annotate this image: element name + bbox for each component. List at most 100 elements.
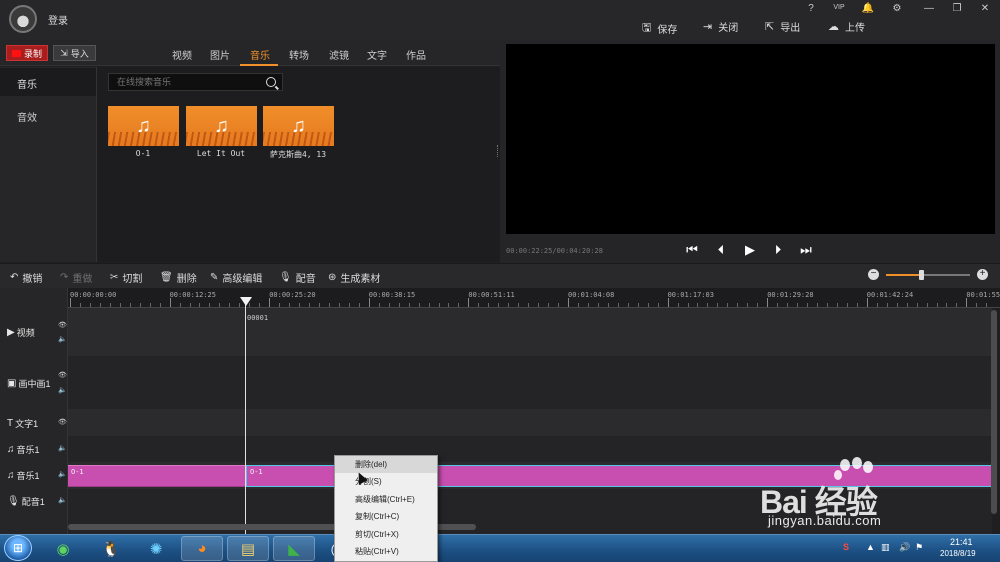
clock-time[interactable]: 21:41 (950, 537, 973, 547)
flag-icon[interactable]: ⚑ (915, 542, 923, 553)
generate-material-button[interactable]: ⊛ 生成素材 (328, 270, 380, 285)
tab-transition[interactable]: 转场 (289, 47, 309, 62)
eye-icon[interactable]: 👁 (58, 418, 67, 426)
zoom-out-icon[interactable]: − (868, 269, 879, 280)
previous-frame-icon[interactable]: ⏴ (712, 241, 730, 259)
ruler-tick-label: 00:00:51:11 (468, 291, 515, 299)
close-project-button[interactable]: ⇥ 关闭 (703, 19, 738, 34)
track-label: 音乐1 (16, 470, 40, 481)
cut-button[interactable]: ✂ 切割 (110, 270, 142, 285)
export-button[interactable]: ⇱ 导出 (765, 19, 800, 34)
menu-item-cut[interactable]: 剪切(Ctrl+X) (335, 526, 437, 543)
tray-expand-icon[interactable]: ▲ (866, 542, 875, 552)
menu-item-delete[interactable]: 删除(del) (335, 456, 437, 473)
delete-button[interactable]: 🗑 删除 (160, 270, 197, 285)
menu-item-split[interactable]: 分割(S) (335, 473, 437, 490)
redo-button[interactable]: ↷ 重做 (60, 270, 92, 285)
playhead-line[interactable] (245, 298, 246, 534)
maximize-icon[interactable]: ❐ (949, 3, 965, 14)
minimize-icon[interactable]: — (921, 3, 937, 14)
taskbar-app-firefox[interactable]: ◕ (181, 536, 223, 561)
start-button[interactable]: ⊞ (4, 535, 32, 561)
tab-works[interactable]: 作品 (406, 47, 426, 62)
help-icon[interactable]: ? (803, 3, 819, 14)
next-frame-icon[interactable]: ⏵ (769, 241, 787, 259)
user-avatar[interactable] (9, 5, 37, 33)
speaker-icon[interactable]: 🔈 (58, 444, 67, 452)
tab-video[interactable]: 视频 (172, 47, 192, 62)
pip-track-area[interactable] (68, 356, 992, 409)
save-button[interactable]: 🖫 保存 (642, 19, 677, 38)
skip-to-end-icon[interactable]: ⏭ (797, 241, 815, 259)
tab-image[interactable]: 图片 (210, 47, 230, 62)
speaker-icon[interactable]: 🔈 (58, 496, 67, 504)
taskbar-app-qq[interactable]: 🐧 (90, 536, 132, 561)
eye-icon[interactable]: 👁 (58, 371, 67, 379)
search-icon[interactable] (266, 77, 276, 87)
menu-item-advanced-edit[interactable]: 高级编辑(Ctrl+E) (335, 491, 437, 508)
speaker-icon[interactable]: 🔈 (58, 335, 67, 343)
ruler-minor-tick (338, 303, 340, 307)
close-label: 关闭 (718, 23, 739, 34)
close-window-icon[interactable]: ✕ (977, 3, 993, 14)
tab-text[interactable]: 文字 (367, 47, 387, 62)
taskbar-app-explorer[interactable]: ▤ (227, 536, 269, 561)
panel-splitter[interactable] (497, 145, 499, 157)
upload-button[interactable]: ☁ 上传 (828, 19, 865, 34)
music-thumbnail[interactable]: ♫ (263, 106, 334, 146)
mic-track-icon: 🎙 (7, 495, 20, 507)
clock-date[interactable]: 2018/8/19 (940, 549, 976, 558)
tab-filter[interactable]: 滤镜 (329, 47, 349, 62)
music-note-icon: ♫ (136, 114, 151, 137)
track-label: 音乐1 (16, 444, 40, 455)
volume-icon[interactable]: 🔊 (899, 542, 910, 553)
speaker-icon[interactable]: 🔈 (58, 470, 67, 478)
taskbar-app-360[interactable]: ◉ (42, 536, 84, 561)
video-track-area[interactable] (68, 308, 992, 356)
music-clip[interactable]: O-1 (68, 465, 246, 487)
search-input[interactable] (117, 77, 257, 87)
ruler-minor-tick (757, 303, 759, 307)
menu-item-copy[interactable]: 复制(Ctrl+C) (335, 508, 437, 525)
sogou-input-icon[interactable]: S (843, 542, 849, 552)
music-thumbnail[interactable]: ♫ (186, 106, 257, 146)
skip-to-start-icon[interactable]: ⏮ (683, 241, 701, 259)
zoom-slider-thumb[interactable] (919, 270, 925, 280)
ruler-minor-tick (328, 303, 330, 307)
ruler-minor-tick (826, 303, 828, 307)
gear-icon[interactable]: ⚙ (889, 3, 905, 14)
vip-icon[interactable]: VIP (831, 4, 847, 11)
bell-icon[interactable]: 🔔 (860, 3, 876, 14)
eye-icon[interactable]: 👁 (58, 321, 67, 329)
ruler-tick (269, 298, 271, 307)
ruler-minor-tick (946, 303, 948, 307)
upload-icon: ☁ (828, 21, 839, 33)
search-box[interactable] (108, 73, 283, 91)
undo-button[interactable]: ↶ 撤销 (10, 270, 42, 285)
ruler-tick (70, 298, 71, 307)
ruler-minor-tick (717, 303, 719, 307)
taskbar-app-media[interactable]: ✺ (135, 536, 177, 561)
playhead-handle[interactable] (240, 297, 252, 306)
text-track-area[interactable] (68, 409, 992, 436)
menu-item-paste[interactable]: 粘贴(Ctrl+V) (335, 543, 437, 560)
ruler-minor-tick (299, 303, 301, 307)
speaker-icon[interactable]: 🔈 (58, 386, 67, 394)
network-icon[interactable]: ▥ (881, 542, 890, 553)
record-button[interactable]: 录制 (6, 45, 48, 61)
tab-music[interactable]: 音乐 (250, 47, 270, 62)
music-thumbnail[interactable]: ♫ (108, 106, 179, 146)
ruler-tick (667, 298, 669, 307)
track-label: 画中画1 (18, 378, 51, 389)
import-button[interactable]: ⇲ 导入 (53, 45, 96, 61)
play-icon[interactable]: ▶ (741, 241, 759, 259)
ruler-minor-tick (797, 303, 799, 307)
zoom-in-icon[interactable]: + (977, 269, 988, 280)
ruler-minor-tick (587, 303, 589, 307)
dubbing-button[interactable]: 🎙 配音 (279, 270, 316, 285)
taskbar-app-video-editor[interactable]: ◣ (273, 536, 315, 561)
sidebar-item-sound-effects[interactable]: 音效 (17, 109, 37, 124)
login-link[interactable]: 登录 (48, 12, 68, 27)
sidebar-item-music[interactable]: 音乐 (0, 68, 96, 96)
advanced-edit-button[interactable]: ✎ 高级编辑 (210, 270, 262, 285)
